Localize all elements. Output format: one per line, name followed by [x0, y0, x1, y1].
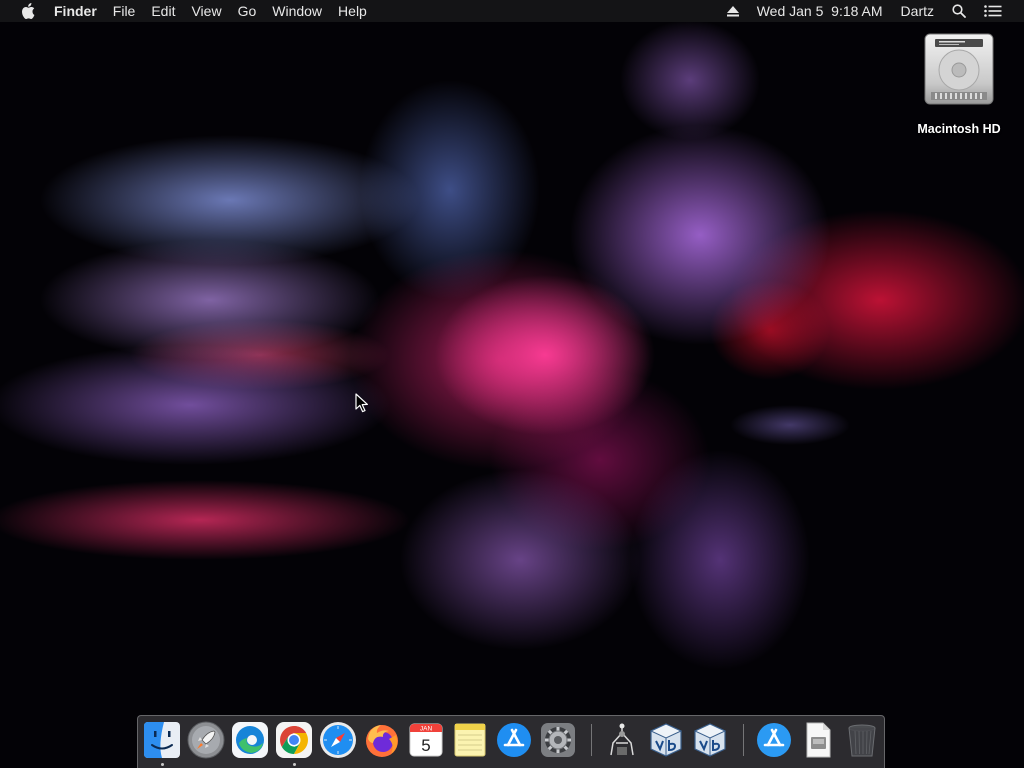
dock: JAN 5: [137, 715, 885, 768]
calendar-day-label: 5: [421, 736, 430, 755]
search-icon[interactable]: [943, 4, 975, 18]
document-icon[interactable]: [799, 721, 837, 759]
chrome-running-indicator: [293, 763, 296, 766]
desktop-icon-label: Macintosh HD: [917, 122, 1001, 136]
apple-logo-icon[interactable]: [18, 0, 38, 22]
app-store-folder-icon[interactable]: [755, 721, 793, 759]
menu-window[interactable]: Window: [264, 0, 330, 22]
menu-go[interactable]: Go: [230, 0, 265, 22]
automator-icon[interactable]: [603, 721, 641, 759]
virtualbox-icon[interactable]: [647, 721, 685, 759]
menu-app-finder[interactable]: Finder: [46, 0, 105, 22]
eject-icon[interactable]: [718, 5, 748, 17]
menu-help[interactable]: Help: [330, 0, 375, 22]
menubar-clock[interactable]: Wed Jan 5 9:18 AM: [748, 0, 892, 22]
gear-icon[interactable]: [539, 721, 577, 759]
dock-separator: [743, 724, 744, 756]
menubar-user[interactable]: Dartz: [892, 0, 943, 22]
desktop-wallpaper: [0, 0, 1024, 768]
finder-icon[interactable]: [143, 721, 181, 759]
menu-bar: Finder File Edit View Go Window Help Wed…: [0, 0, 1024, 22]
notes-icon[interactable]: [451, 721, 489, 759]
firefox-icon[interactable]: [363, 721, 401, 759]
edge-icon[interactable]: [231, 721, 269, 759]
rocket-icon[interactable]: [187, 721, 225, 759]
trash-icon[interactable]: [843, 721, 881, 759]
compass-icon[interactable]: [319, 721, 357, 759]
mouse-pointer-icon: [355, 393, 369, 413]
calendar-icon[interactable]: JAN 5: [407, 721, 445, 759]
calendar-month-label: JAN: [420, 726, 433, 733]
list-icon[interactable]: [975, 5, 1024, 17]
hard-drive-icon: [921, 30, 997, 110]
dock-separator: [591, 724, 592, 756]
finder-running-indicator: [161, 763, 164, 766]
app-store-icon[interactable]: [495, 721, 533, 759]
menu-file[interactable]: File: [105, 0, 144, 22]
desktop-icon-macintosh-hd[interactable]: Macintosh HD: [904, 30, 1014, 136]
chrome-icon[interactable]: [275, 721, 313, 759]
menu-view[interactable]: View: [183, 0, 229, 22]
virtualbox-vm-icon[interactable]: [691, 721, 729, 759]
menu-edit[interactable]: Edit: [143, 0, 183, 22]
